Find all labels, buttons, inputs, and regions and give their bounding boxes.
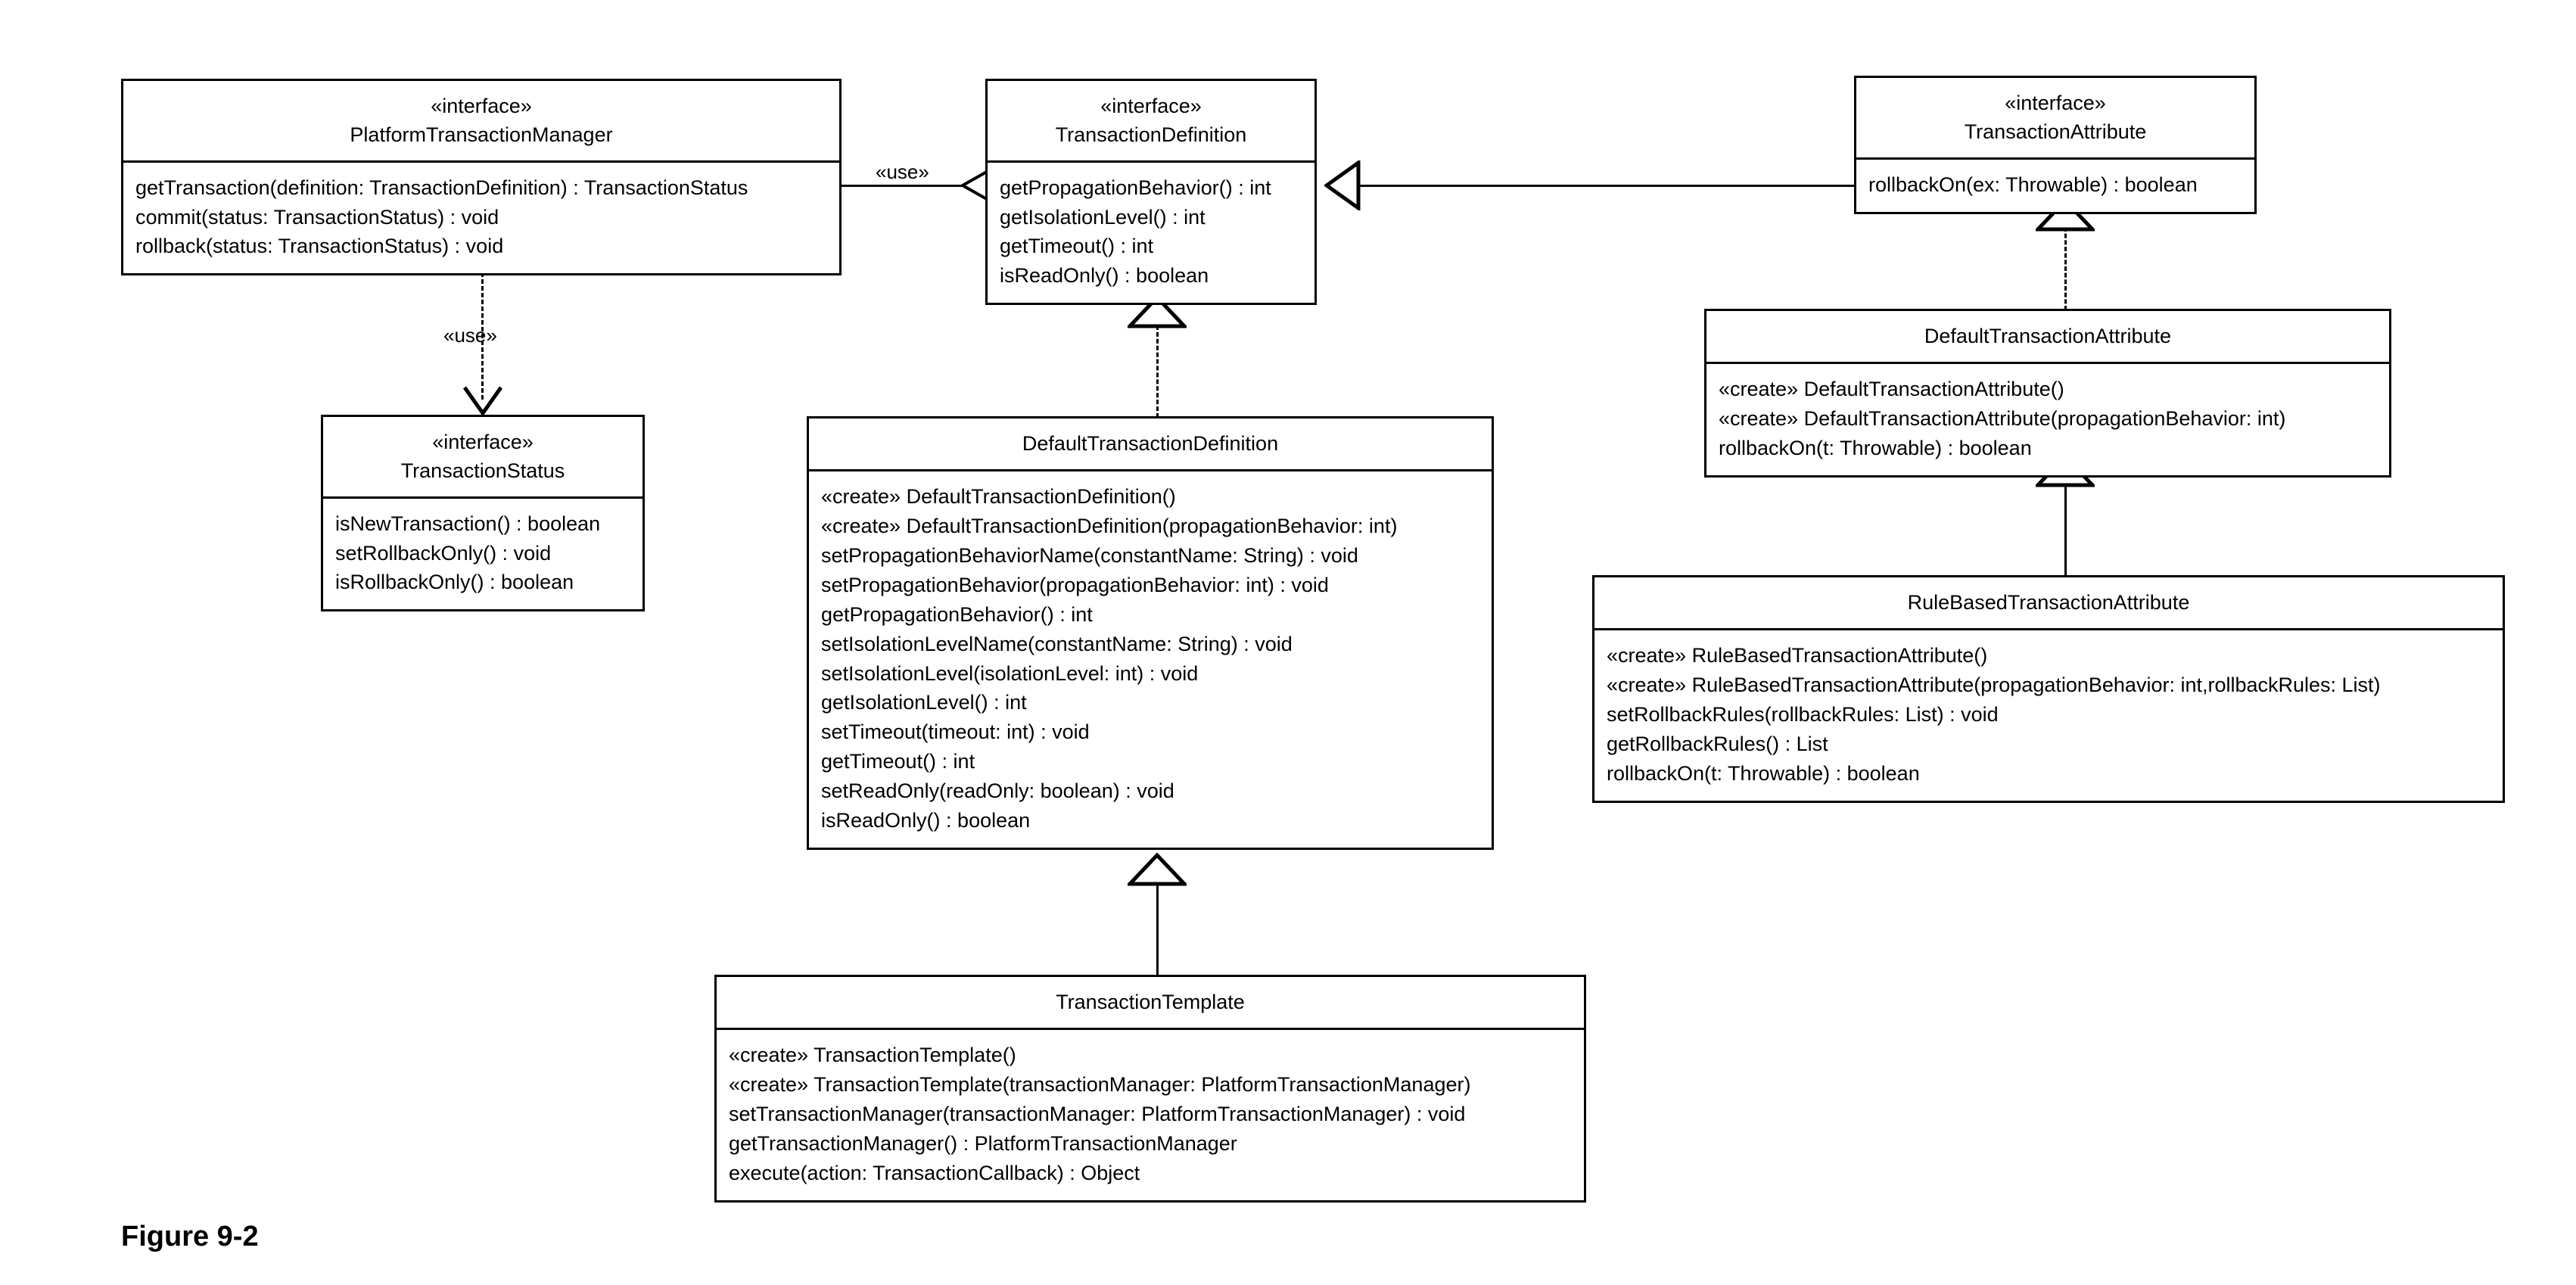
class-box-transaction-definition[interactable]: «interface» TransactionDefinition getPro… (985, 79, 1317, 306)
class-box-default-transaction-attribute[interactable]: DefaultTransactionAttribute «create» Def… (1704, 309, 2391, 478)
class-member: isReadOnly() : boolean (821, 808, 1031, 832)
connector-defaultattr-realizes-attribute-line (2064, 227, 2067, 310)
connector-defaultdef-realizes-definition-line (1156, 325, 1159, 418)
class-box-transaction-template[interactable]: TransactionTemplate «create» Transaction… (714, 975, 1586, 1203)
class-member: isRollbackOnly() : boolean (335, 571, 574, 594)
class-header-transaction-attribute: «interface» TransactionAttribute (1856, 78, 2254, 160)
class-member: rollbackOn(t: Throwable) : boolean (1607, 761, 1920, 785)
class-member: rollback(status: TransactionStatus) : vo… (135, 235, 504, 258)
class-stereotype: «interface» (432, 431, 534, 453)
connector-attribute-extends-definition-arrowhead (1324, 160, 1361, 210)
class-header-platform-transaction-manager: «interface» PlatformTransactionManager (123, 81, 839, 163)
class-name: TransactionTemplate (1056, 991, 1245, 1013)
class-member: setPropagationBehaviorName(constantName:… (821, 544, 1358, 568)
edge-label-use-definition: «use» (873, 160, 932, 184)
connector-attribute-extends-definition-line (1355, 185, 1854, 187)
class-name: DefaultTransactionAttribute (1924, 325, 2172, 347)
class-member: commit(status: TransactionStatus) : void (135, 205, 499, 229)
class-header-default-transaction-definition: DefaultTransactionDefinition (809, 418, 1492, 472)
class-member: getPropagationBehavior() : int (1000, 176, 1271, 199)
class-member: «create» TransactionTemplate(transaction… (729, 1073, 1471, 1097)
class-stereotype: «interface» (431, 95, 532, 117)
class-box-rule-based-transaction-attribute[interactable]: RuleBasedTransactionAttribute «create» R… (1592, 575, 2505, 803)
class-member: rollbackOn(t: Throwable) : boolean (1719, 437, 2032, 460)
class-header-rule-based-transaction-attribute: RuleBasedTransactionAttribute (1594, 577, 2503, 631)
figure-caption: Figure 9-2 (121, 1221, 259, 1252)
class-member: getTransactionManager() : PlatformTransa… (729, 1131, 1237, 1155)
class-header-transaction-template: TransactionTemplate (717, 977, 1584, 1031)
class-stereotype: «interface» (1100, 95, 1202, 117)
class-box-transaction-attribute[interactable]: «interface» TransactionAttribute rollbac… (1854, 76, 2257, 214)
class-header-default-transaction-attribute: DefaultTransactionAttribute (1706, 311, 2389, 365)
class-members-transaction-status: isNewTransaction() : boolean setRollback… (323, 499, 642, 610)
class-member: setRollbackOnly() : void (335, 541, 552, 565)
edge-label-use-status: «use» (443, 324, 497, 347)
uml-class-diagram: «use» «use» «interface» PlatformTransact… (0, 0, 2576, 1285)
connector-rulebased-extends-defaultattr-line (2064, 484, 2067, 583)
class-member: setPropagationBehavior(propagationBehavi… (821, 573, 1329, 596)
class-header-transaction-definition: «interface» TransactionDefinition (988, 81, 1314, 163)
class-member: setRollbackRules(rollbackRules: List) : … (1607, 703, 1999, 727)
class-box-transaction-status[interactable]: «interface» TransactionStatus isNewTrans… (321, 415, 645, 612)
class-members-default-transaction-attribute: «create» DefaultTransactionAttribute() «… (1706, 364, 2389, 475)
class-member: setTimeout(timeout: int) : void (821, 720, 1090, 744)
class-member: getRollbackRules() : List (1607, 732, 1828, 755)
class-member: setReadOnly(readOnly: boolean) : void (821, 779, 1174, 803)
class-name: TransactionDefinition (1055, 123, 1247, 147)
class-member: «create» DefaultTransactionDefinition(pr… (821, 515, 1398, 538)
class-member: getIsolationLevel() : int (821, 691, 1027, 714)
class-name: RuleBasedTransactionAttribute (1907, 591, 2190, 614)
class-member: getTimeout() : int (1000, 235, 1154, 258)
class-header-transaction-status: «interface» TransactionStatus (323, 417, 642, 499)
connector-manager-uses-status-arrowhead (462, 384, 504, 418)
class-members-transaction-attribute: rollbackOn(ex: Throwable) : boolean (1856, 160, 2254, 212)
class-member: setIsolationLevel(isolationLevel: int) :… (821, 661, 1199, 685)
class-member: rollbackOn(ex: Throwable) : boolean (1868, 173, 2198, 196)
class-member: getTimeout() : int (821, 750, 975, 773)
class-member: isNewTransaction() : boolean (335, 512, 601, 535)
class-stereotype: «interface» (2005, 92, 2106, 114)
class-member: «create» RuleBasedTransactionAttribute() (1607, 644, 1988, 667)
class-member: «create» DefaultTransactionDefinition() (821, 485, 1176, 509)
class-box-default-transaction-definition[interactable]: DefaultTransactionDefinition «create» De… (807, 416, 1494, 850)
class-members-transaction-definition: getPropagationBehavior() : int getIsolat… (988, 163, 1314, 303)
class-member: «create» TransactionTemplate() (729, 1044, 1016, 1067)
class-member: getPropagationBehavior() : int (821, 602, 1093, 626)
class-name: TransactionStatus (400, 459, 565, 483)
class-member: isReadOnly() : boolean (1000, 264, 1209, 288)
class-members-rule-based-transaction-attribute: «create» RuleBasedTransactionAttribute()… (1594, 630, 2503, 800)
class-member: getIsolationLevel() : int (1000, 205, 1206, 229)
class-name: PlatformTransactionManager (350, 123, 613, 147)
class-member: «create» DefaultTransactionAttribute(pro… (1719, 407, 2286, 431)
class-members-platform-transaction-manager: getTransaction(definition: TransactionDe… (123, 163, 839, 274)
class-box-platform-transaction-manager[interactable]: «interface» PlatformTransactionManager g… (121, 79, 842, 276)
class-name: DefaultTransactionDefinition (1022, 432, 1279, 455)
class-name: TransactionAttribute (1964, 120, 2147, 144)
class-member: setTransactionManager(transactionManager… (729, 1103, 1466, 1126)
class-member: execute(action: TransactionCallback) : O… (729, 1161, 1140, 1184)
class-members-transaction-template: «create» TransactionTemplate() «create» … (717, 1030, 1584, 1199)
class-member: getTransaction(definition: TransactionDe… (135, 176, 748, 199)
class-members-default-transaction-definition: «create» DefaultTransactionDefinition() … (809, 471, 1492, 848)
class-member: «create» RuleBasedTransactionAttribute(p… (1607, 674, 2381, 697)
class-member: setIsolationLevelName(constantName: Stri… (821, 632, 1293, 655)
class-member: «create» DefaultTransactionAttribute() (1719, 378, 2064, 401)
connector-template-extends-defaultdef-line (1156, 882, 1159, 977)
